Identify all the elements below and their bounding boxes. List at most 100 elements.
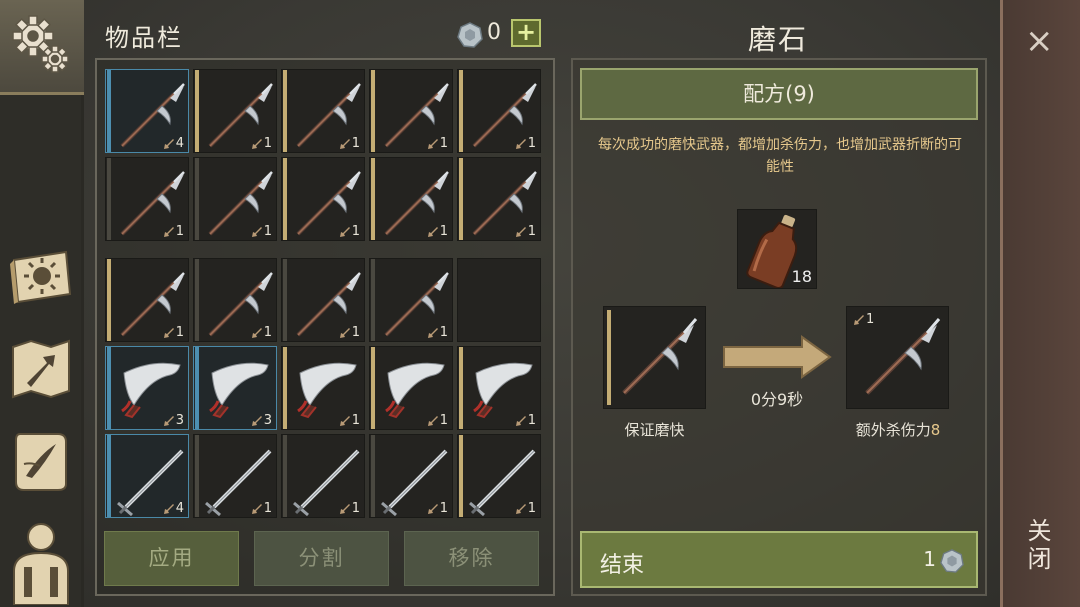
inventory-slot[interactable]: 1 [457, 346, 541, 430]
durability-bar [195, 347, 199, 429]
item-count: 1 [515, 501, 536, 516]
item-count: 1 [427, 501, 448, 516]
item-count-value: 4 [175, 136, 184, 151]
inventory-slot[interactable]: 1 [369, 69, 453, 153]
inventory-slot[interactable]: 1 [457, 157, 541, 241]
inventory-slot[interactable]: 1 [193, 258, 277, 342]
inventory-slot[interactable]: 3 [105, 346, 189, 430]
crafting-station-title: 磨石 [748, 23, 809, 56]
durability-bar [107, 347, 111, 429]
apply-button[interactable]: 应用 [104, 531, 239, 586]
quest-scroll-icon[interactable] [6, 425, 76, 497]
item-count: 1 [427, 224, 448, 239]
crafting-map-icon[interactable] [6, 333, 76, 405]
material-count: 18 [791, 267, 812, 286]
item-count-value: 1 [439, 413, 448, 428]
inventory-slot[interactable]: 1 [281, 157, 365, 241]
durability-bar [107, 435, 111, 517]
item-count: 1 [515, 136, 536, 151]
inventory-slot[interactable]: 1 [193, 69, 277, 153]
left-sidebar [0, 0, 84, 607]
item-count-value: 1 [351, 325, 360, 340]
inventory-slot[interactable]: 1 [369, 434, 453, 518]
item-count-value: 1 [351, 136, 360, 151]
sharpness-icon [163, 226, 174, 237]
inventory-slot[interactable]: 4 [105, 434, 189, 518]
item-count: 1 [427, 413, 448, 428]
close-strip[interactable] [1000, 0, 1080, 607]
sharpness-icon [339, 327, 350, 338]
settings-gear-icon [12, 15, 69, 73]
inventory-slot[interactable]: 4 [105, 69, 189, 153]
item-count-value: 1 [175, 325, 184, 340]
item-count: 1 [251, 325, 272, 340]
close-label[interactable]: 关闭 [1023, 518, 1055, 574]
inventory-slot[interactable]: 1 [105, 258, 189, 342]
inventory-slot[interactable]: 1 [457, 434, 541, 518]
item-count-value: 1 [263, 136, 272, 151]
sharpness-icon [339, 415, 350, 426]
sun-book-icon[interactable] [6, 240, 76, 312]
item-count: 1 [163, 325, 184, 340]
durability-bar [283, 158, 287, 240]
material-slot[interactable]: 18 [737, 209, 817, 289]
item-count-value: 1 [351, 501, 360, 516]
inventory-slot[interactable]: 1 [281, 434, 365, 518]
close-icon[interactable]: × [1025, 24, 1054, 58]
durability-bar [371, 435, 375, 517]
durability-bar [107, 158, 111, 240]
durability-bar [195, 70, 199, 152]
settings-tab[interactable] [0, 0, 84, 95]
durability-bar [283, 347, 287, 429]
item-count-value: 1 [263, 325, 272, 340]
sharpness-icon [251, 226, 262, 237]
sharpness-icon [427, 327, 438, 338]
inventory-slot[interactable]: 1 [281, 258, 365, 342]
inventory-slot-empty[interactable] [457, 258, 541, 342]
sharpness-icon [515, 138, 526, 149]
inventory-slot[interactable]: 1 [369, 157, 453, 241]
durability-bar [371, 347, 375, 429]
add-currency-button[interactable]: + [511, 19, 541, 47]
finish-button[interactable]: 结束 1 [580, 531, 978, 588]
durability-bar [459, 70, 463, 152]
durability-bar [283, 259, 287, 341]
inventory-slot[interactable]: 1 [457, 69, 541, 153]
currency-count: 0 [487, 20, 501, 45]
inventory-title: 物品栏 [105, 24, 183, 52]
inventory-slot[interactable]: 1 [369, 258, 453, 342]
inventory-slot[interactable]: 1 [369, 346, 453, 430]
sharpness-icon [163, 327, 174, 338]
item-count: 3 [163, 413, 184, 428]
inventory-slot[interactable]: 1 [281, 346, 365, 430]
split-button[interactable]: 分割 [254, 531, 389, 586]
durability-bar [195, 259, 199, 341]
sharpness-icon [515, 415, 526, 426]
sharpness-icon [163, 138, 174, 149]
item-count: 1 [427, 325, 448, 340]
recipe-button[interactable]: 配方(9) [580, 68, 978, 120]
output-item-slot[interactable]: 1 [846, 306, 949, 409]
item-count-value: 1 [175, 224, 184, 239]
item-count: 1 [339, 136, 360, 151]
character-icon[interactable] [6, 515, 76, 607]
silver-coin-icon [940, 549, 964, 573]
item-count-value: 1 [439, 224, 448, 239]
durability-bar [195, 435, 199, 517]
item-count-value: 3 [175, 413, 184, 428]
inventory-slot[interactable]: 1 [281, 69, 365, 153]
sharpness-icon [427, 138, 438, 149]
inventory-slot[interactable]: 1 [105, 157, 189, 241]
remove-button[interactable]: 移除 [404, 531, 539, 586]
input-item-label: 保证磨快 [624, 421, 685, 439]
item-count: 1 [427, 136, 448, 151]
output-label-prefix: 额外杀伤力 [855, 421, 931, 439]
halberd-icon [622, 318, 698, 395]
item-count-value: 1 [527, 501, 536, 516]
durability-bar [459, 158, 463, 240]
inventory-slot[interactable]: 1 [193, 157, 277, 241]
inventory-slot[interactable]: 1 [193, 434, 277, 518]
input-item-slot[interactable] [603, 306, 706, 409]
inventory-slot[interactable]: 3 [193, 346, 277, 430]
item-count: 1 [515, 224, 536, 239]
